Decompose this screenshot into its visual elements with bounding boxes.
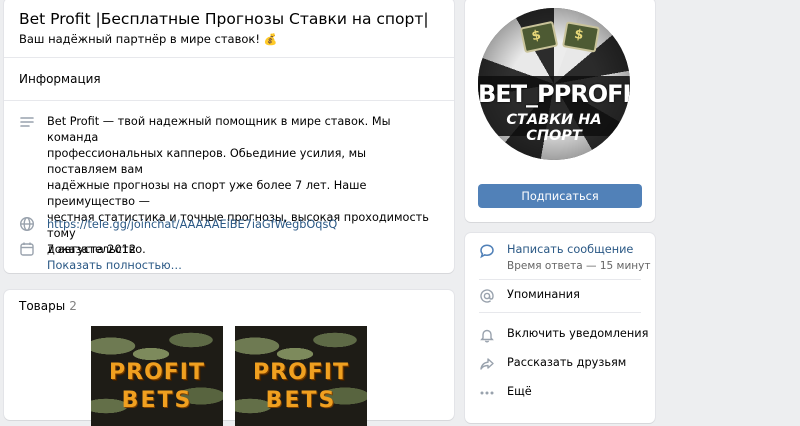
- dollar-bag-icon: $: [562, 21, 600, 53]
- description-line: профессиональных капперов. Обьединие уси…: [47, 147, 367, 176]
- goods-card: Товары 2 PROFIT BETS PROFIT BETS: [4, 290, 454, 426]
- bell-icon: [479, 327, 495, 343]
- divider: [4, 57, 454, 58]
- product-image-text: PROFIT: [109, 360, 205, 385]
- goods-title-text: Товары: [19, 299, 66, 313]
- subscribe-button[interactable]: Подписаться: [478, 184, 642, 208]
- divider: [479, 279, 641, 280]
- goods-title[interactable]: Товары 2: [19, 299, 77, 313]
- divider: [4, 100, 454, 101]
- group-info-card: Bet Profit |Бесплатные Прогнозы Ставки н…: [4, 0, 454, 273]
- divider: [479, 312, 641, 313]
- calendar-icon: [19, 241, 37, 259]
- group-avatar[interactable]: $ $ BET_PPROFIT СТАВКИ НА СПОРТ: [478, 8, 630, 160]
- product-image-text: BETS: [265, 388, 337, 413]
- product-image-text: BETS: [121, 388, 193, 413]
- mentions-label: Упоминания: [507, 288, 580, 301]
- share-label: Рассказать друзьям: [507, 356, 627, 369]
- at-sign-icon: [479, 288, 495, 304]
- enable-notifications-action[interactable]: Включить уведомления: [479, 325, 649, 347]
- write-message-label: Написать сообщение: [507, 243, 634, 256]
- more-dots-icon: [479, 385, 495, 401]
- created-date: 7 августа 2012: [47, 243, 137, 256]
- write-message-action[interactable]: Написать сообщение Время ответа — 15 мин…: [479, 241, 650, 275]
- group-name: Bet Profit |Бесплатные Прогнозы Ставки н…: [19, 10, 429, 28]
- mentions-action[interactable]: Упоминания: [479, 286, 645, 308]
- share-action[interactable]: Рассказать друзьям: [479, 354, 645, 376]
- product-image-text: PROFIT: [253, 360, 349, 385]
- description-row: Bet Profit — твой надежный помощник в ми…: [19, 114, 439, 272]
- group-status-text: Ваш надёжный партнёр в мире ставок!: [19, 32, 260, 46]
- message-bubble-icon: [479, 243, 495, 259]
- actions-card: Написать сообщение Время ответа — 15 мин…: [465, 233, 655, 423]
- avatar-card: $ $ BET_PPROFIT СТАВКИ НА СПОРТ Подписат…: [465, 0, 655, 222]
- money-bag-icon: 💰: [263, 33, 278, 46]
- goods-count: 2: [69, 299, 77, 313]
- date-row: 7 августа 2012: [19, 241, 439, 261]
- response-time: Время ответа — 15 минут: [507, 260, 651, 272]
- description-line: Bet Profit — твой надежный помощник в ми…: [47, 115, 391, 144]
- product-card[interactable]: PROFIT BETS: [91, 326, 223, 426]
- info-section-title: Информация: [19, 72, 101, 86]
- avatar-tagline: СТАВКИ НА СПОРТ: [506, 112, 602, 144]
- product-card[interactable]: PROFIT BETS: [235, 326, 367, 426]
- text-lines-icon: [19, 114, 37, 132]
- more-action[interactable]: Ещё: [479, 383, 645, 405]
- share-arrow-icon: [479, 356, 495, 372]
- more-label: Ещё: [507, 385, 532, 398]
- link-row: https://tele.gg/joinchat/AAAAAEiBE7iaGfW…: [19, 216, 439, 236]
- avatar-brand-text: BET_PPROFIT: [478, 80, 630, 108]
- description-line: надёжные прогнозы на спорт уже более 7 л…: [47, 179, 367, 208]
- group-status: Ваш надёжный партнёр в мире ставок! 💰: [19, 32, 277, 46]
- enable-notifications-label: Включить уведомления: [507, 327, 649, 340]
- globe-icon: [19, 216, 37, 234]
- external-link[interactable]: https://tele.gg/joinchat/AAAAAEiBE7iaGfW…: [47, 217, 337, 233]
